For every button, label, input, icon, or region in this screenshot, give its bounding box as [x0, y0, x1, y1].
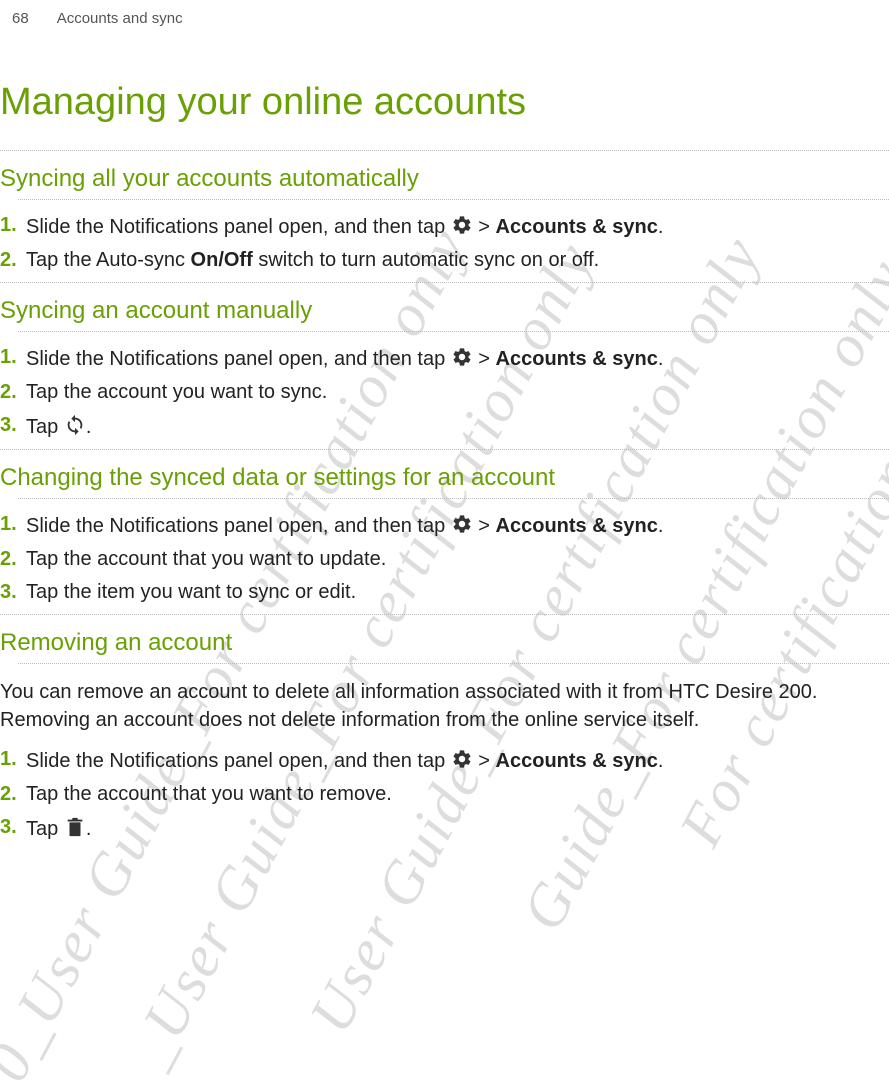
step-number: 2.: [0, 548, 17, 571]
step-text: Tap: [26, 416, 64, 438]
step-item: 1. Slide the Notifications panel open, a…: [26, 513, 889, 538]
step-text: Tap the account you want to sync.: [26, 381, 327, 403]
step-item: 3. Tap .: [26, 816, 889, 841]
step-text: >: [473, 515, 496, 537]
step-item: 3. Tap the item you want to sync or edit…: [26, 581, 889, 604]
step-bold: Accounts & sync: [496, 515, 658, 537]
trash-icon: [64, 816, 86, 838]
divider: [18, 199, 889, 200]
step-number: 2.: [0, 783, 17, 806]
step-punct: .: [658, 348, 664, 370]
page-number: 68: [12, 10, 29, 27]
gear-icon: [451, 214, 473, 236]
step-bold: Accounts & sync: [496, 348, 658, 370]
gear-icon: [451, 346, 473, 368]
section-intro: You can remove an account to delete all …: [0, 678, 889, 734]
step-punct: .: [658, 750, 664, 772]
step-text: Slide the Notifications panel open, and …: [26, 216, 451, 238]
step-number: 1.: [0, 513, 17, 536]
step-text: Slide the Notifications panel open, and …: [26, 515, 451, 537]
step-number: 2.: [0, 381, 17, 404]
section-heading: Syncing an account manually: [0, 297, 889, 325]
header-title: Accounts and sync: [57, 10, 183, 27]
step-item: 2. Tap the account that you want to remo…: [26, 783, 889, 806]
divider: [0, 449, 889, 450]
sync-icon: [64, 414, 86, 436]
step-item: 2. Tap the account you want to sync.: [26, 381, 889, 404]
step-text: Tap the account that you want to update.: [26, 548, 386, 570]
step-bold: On/Off: [191, 249, 253, 271]
section-heading: Syncing all your accounts automatically: [0, 165, 889, 193]
divider: [0, 150, 889, 151]
step-item: 2. Tap the account that you want to upda…: [26, 548, 889, 571]
step-text: Tap: [26, 818, 64, 840]
step-text: >: [473, 348, 496, 370]
step-text: switch to turn automatic sync on or off.: [253, 249, 599, 271]
section-remove-account: Removing an account You can remove an ac…: [0, 629, 889, 841]
step-bold: Accounts & sync: [496, 750, 658, 772]
step-text: Tap the item you want to sync or edit.: [26, 581, 356, 603]
step-text: >: [473, 750, 496, 772]
step-punct: .: [86, 818, 92, 840]
step-number: 2.: [0, 249, 17, 272]
step-item: 3. Tap .: [26, 414, 889, 439]
step-punct: .: [658, 216, 664, 238]
step-number: 1.: [0, 346, 17, 369]
page-title: Managing your online accounts: [0, 81, 889, 124]
step-text: Tap the account that you want to remove.: [26, 783, 392, 805]
step-text: Tap the Auto-sync: [26, 249, 191, 271]
divider: [0, 282, 889, 283]
step-number: 1.: [0, 748, 17, 771]
step-item: 1. Slide the Notifications panel open, a…: [26, 214, 889, 239]
step-text: Slide the Notifications panel open, and …: [26, 750, 451, 772]
step-bold: Accounts & sync: [496, 216, 658, 238]
step-text: >: [473, 216, 496, 238]
step-number: 3.: [0, 816, 17, 839]
step-item: 1. Slide the Notifications panel open, a…: [26, 748, 889, 773]
step-number: 3.: [0, 414, 17, 437]
section-heading: Removing an account: [0, 629, 889, 657]
section-change-synced: Changing the synced data or settings for…: [0, 464, 889, 604]
gear-icon: [451, 513, 473, 535]
step-item: 2. Tap the Auto-sync On/Off switch to tu…: [26, 249, 889, 272]
gear-icon: [451, 748, 473, 770]
step-text: Slide the Notifications panel open, and …: [26, 348, 451, 370]
divider: [0, 614, 889, 615]
divider: [18, 331, 889, 332]
step-punct: .: [86, 416, 92, 438]
page-header: 68 Accounts and sync: [0, 10, 889, 27]
step-item: 1. Slide the Notifications panel open, a…: [26, 346, 889, 371]
divider: [18, 498, 889, 499]
step-number: 3.: [0, 581, 17, 604]
section-heading: Changing the synced data or settings for…: [0, 464, 889, 492]
section-sync-auto: Syncing all your accounts automatically …: [0, 165, 889, 272]
step-punct: .: [658, 515, 664, 537]
divider: [18, 663, 889, 664]
section-sync-manual: Syncing an account manually 1. Slide the…: [0, 297, 889, 439]
step-number: 1.: [0, 214, 17, 237]
